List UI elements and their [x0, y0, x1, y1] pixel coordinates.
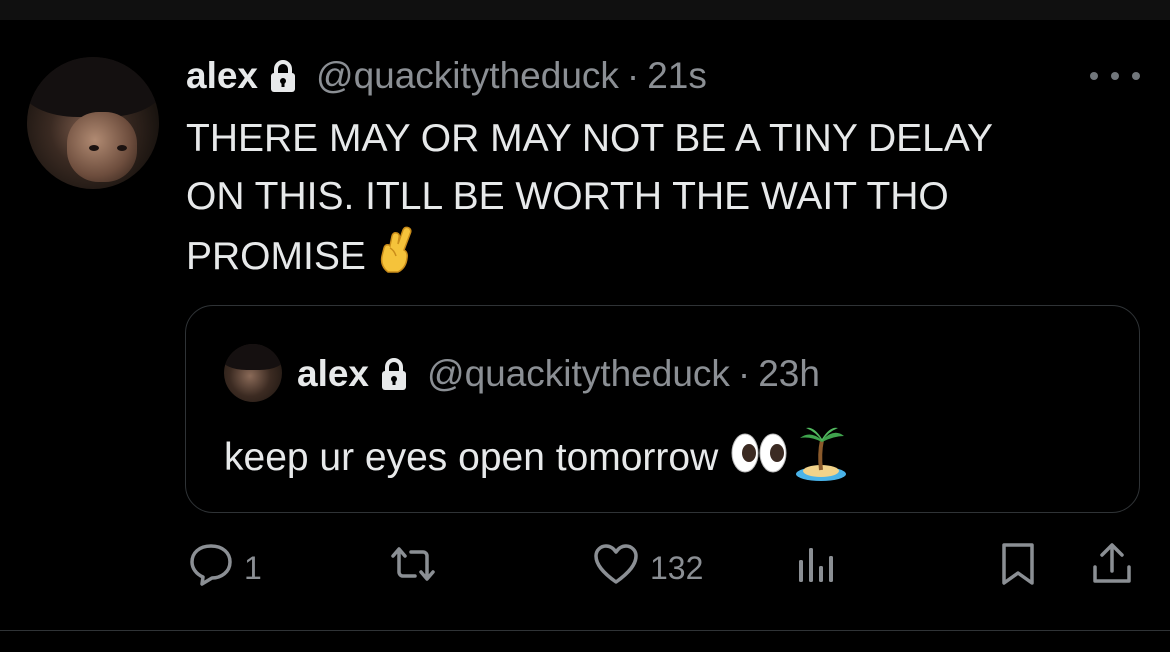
handle[interactable]: @quackitytheduck — [316, 55, 619, 97]
quoted-text-content: keep ur eyes open tomorrow — [224, 436, 719, 479]
reply-count: 1 — [244, 549, 262, 586]
share-icon — [1090, 541, 1134, 595]
top-strip — [0, 0, 1170, 20]
tweet-text-line: PROMISE — [186, 234, 366, 278]
tweet-text-line: THERE MAY OR MAY NOT BE A TINY DELAY — [186, 117, 993, 160]
quoted-avatar[interactable] — [224, 344, 282, 402]
quoted-handle[interactable]: @quackitytheduck — [427, 353, 730, 395]
action-bar: 1 132 — [0, 540, 1170, 596]
separator: · — [737, 353, 751, 394]
tweet-header: alex @quackitytheduck · 21s — [186, 54, 707, 98]
avatar-eye — [89, 145, 99, 151]
avatar-hair — [27, 57, 159, 117]
heart-icon — [592, 542, 640, 594]
tweet-text-line: ON THIS. ITLL BE WORTH THE WAIT THO — [186, 175, 949, 218]
retweet-icon — [387, 542, 439, 594]
display-name[interactable]: alex — [186, 55, 258, 97]
quoted-tweet-card[interactable]: alex @quackitytheduck · 23h keep ur eyes… — [185, 305, 1140, 513]
bookmark-button[interactable] — [998, 540, 1038, 596]
timestamp[interactable]: 21s — [647, 55, 707, 97]
more-options-icon[interactable] — [1090, 66, 1140, 86]
retweet-button[interactable] — [387, 540, 439, 596]
divider — [0, 630, 1170, 631]
like-count: 132 — [650, 549, 704, 586]
views-icon — [795, 542, 839, 594]
lock-icon — [268, 59, 298, 93]
quoted-header: alex @quackitytheduck · 23h — [297, 352, 820, 396]
quoted-timestamp[interactable]: 23h — [758, 353, 820, 395]
quoted-display-name[interactable]: alex — [297, 353, 369, 395]
like-button[interactable]: 132 — [592, 540, 703, 596]
quoted-text: keep ur eyes open tomorrow — [224, 424, 848, 492]
avatar[interactable] — [27, 57, 159, 189]
avatar-eye — [117, 145, 127, 151]
views-button[interactable] — [795, 540, 839, 596]
eyes-emoji — [730, 431, 788, 485]
reply-icon — [188, 542, 234, 594]
separator: · — [626, 55, 640, 96]
crossed-fingers-emoji — [376, 226, 416, 291]
desert-island-emoji — [794, 424, 848, 492]
lock-icon — [379, 357, 409, 391]
bookmark-icon — [998, 541, 1038, 595]
share-button[interactable] — [1090, 540, 1134, 596]
reply-button[interactable]: 1 — [188, 540, 262, 596]
tweet-text: THERE MAY OR MAY NOT BE A TINY DELAY ON … — [186, 110, 1146, 291]
quoted-avatar-hair — [224, 344, 282, 370]
